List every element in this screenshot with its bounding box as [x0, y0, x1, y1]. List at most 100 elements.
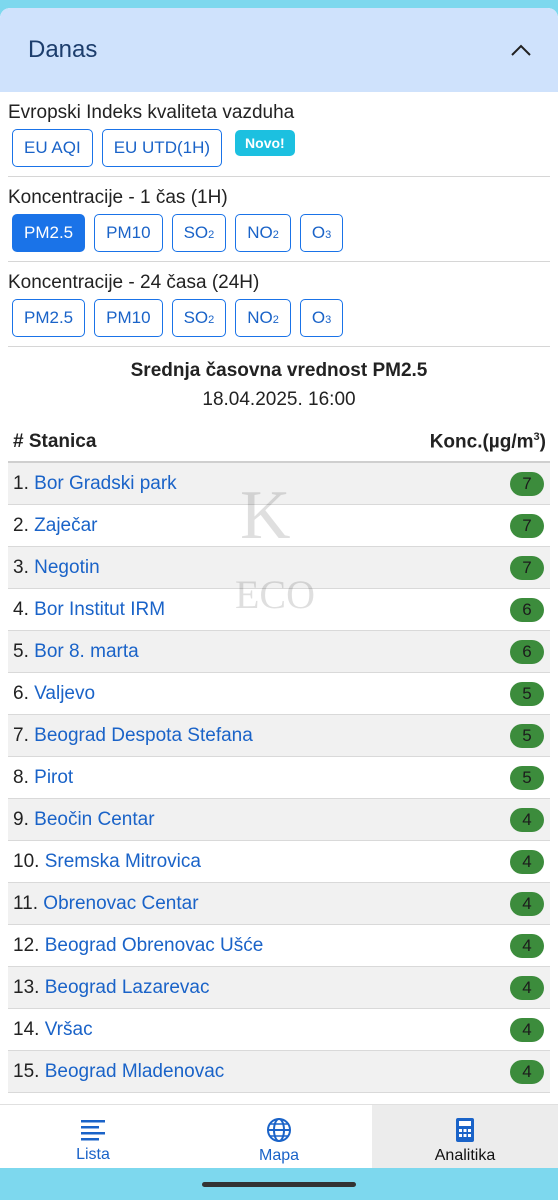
eu-aqi-button[interactable]: EU AQI — [12, 129, 93, 167]
station-link[interactable]: Valjevo — [34, 683, 95, 704]
summary-title: Srednja časovna vrednost PM2.5 — [130, 360, 428, 381]
no2-24h-button[interactable]: NO 2 — [235, 299, 291, 337]
nav-mapa[interactable]: Mapa — [186, 1105, 372, 1168]
nav-lista-label: Lista — [76, 1145, 110, 1163]
nav-lista[interactable]: Lista — [0, 1105, 186, 1168]
concentration-badge: 4 — [510, 1017, 544, 1042]
concentration-badge: 4 — [510, 933, 544, 958]
pm10-24h-button[interactable]: PM10 — [94, 299, 163, 337]
station-entry: 3. Negotin — [13, 557, 100, 579]
so2-24h-button[interactable]: SO 2 — [171, 299, 227, 337]
station-link[interactable]: Beograd Despota Stefana — [34, 725, 253, 746]
row-number: 14. — [13, 1018, 40, 1040]
summary-date: 18.04.2025. 16:00 — [202, 389, 356, 410]
table-row[interactable]: 15. Beograd Mladenovac 4 — [8, 1051, 550, 1093]
table-row[interactable]: 13. Beograd Lazarevac 4 — [8, 967, 550, 1009]
station-entry: 6. Valjevo — [13, 683, 95, 705]
concentration-badge: 4 — [510, 1059, 544, 1084]
calculator-icon — [456, 1117, 474, 1142]
concentration-badge: 4 — [510, 849, 544, 874]
row-number: 9. — [13, 808, 29, 830]
station-entry: 4. Bor Institut IRM — [13, 599, 165, 621]
station-entry: 1. Bor Gradski park — [13, 473, 177, 495]
table-row[interactable]: 11. Obrenovac Centar 4 — [8, 883, 550, 925]
station-link[interactable]: Bor 8. marta — [34, 641, 139, 662]
nav-analitika-label: Analitika — [434, 1146, 496, 1164]
row-number: 15. — [13, 1060, 40, 1082]
conc-1h-button-row: PM2.5 PM10 SO 2 NO 2 O3 — [8, 209, 550, 253]
station-link[interactable]: Beograd Lazarevac — [45, 977, 210, 998]
station-link[interactable]: Bor Gradski park — [34, 473, 177, 494]
conc-24h-label: Koncentracije - 24 časa (24H) — [8, 272, 260, 293]
table-row[interactable]: 14. Vršac 4 — [8, 1009, 550, 1051]
pm25-24h-button[interactable]: PM2.5 — [12, 299, 86, 337]
row-number: 12. — [13, 934, 40, 956]
concentration-badge: 7 — [510, 555, 544, 580]
o3-24h-button[interactable]: O3 — [299, 299, 344, 337]
station-entry: 15. Beograd Mladenovac — [13, 1061, 224, 1083]
list-icon — [81, 1119, 105, 1140]
station-link[interactable]: Vršac — [45, 1019, 93, 1040]
row-number: 6. — [13, 682, 29, 704]
concentration-badge: 4 — [510, 807, 544, 832]
pm10-1h-button[interactable]: PM10 — [94, 214, 163, 252]
table-row[interactable]: 7. Beograd Despota Stefana 5 — [8, 715, 550, 757]
station-link[interactable]: Pirot — [34, 767, 73, 788]
station-entry: 10. Sremska Mitrovica — [13, 851, 201, 873]
concentration-badge: 7 — [510, 513, 544, 538]
no2-1h-button[interactable]: NO 2 — [235, 214, 291, 252]
row-number: 7. — [13, 724, 29, 746]
table-row[interactable]: 8. Pirot 5 — [8, 757, 550, 799]
row-number: 13. — [13, 976, 40, 998]
today-header[interactable]: Danas — [0, 8, 558, 92]
row-number: 5. — [13, 640, 29, 662]
eu-button-row: EU AQI EU UTD(1H) Novo! — [8, 124, 550, 168]
station-entry: 12. Beograd Obrenovac Ušće — [13, 935, 263, 957]
concentration-badge: 6 — [510, 639, 544, 664]
concentration-badge: 4 — [510, 891, 544, 916]
table-row[interactable]: 9. Beočin Centar 4 — [8, 799, 550, 841]
concentration-badge: 7 — [510, 471, 544, 496]
nav-mapa-label: Mapa — [258, 1146, 300, 1164]
station-link[interactable]: Zaječar — [34, 515, 97, 536]
station-entry: 11. Obrenovac Centar — [13, 893, 199, 915]
pm25-1h-button[interactable]: PM2.5 — [12, 214, 86, 252]
table-row[interactable]: 1. Bor Gradski park 7 — [8, 463, 550, 505]
table-row[interactable]: 10. Sremska Mitrovica 4 — [8, 841, 550, 883]
concentration-badge: 5 — [510, 681, 544, 706]
station-link[interactable]: Beograd Mladenovac — [45, 1061, 225, 1082]
row-number: 4. — [13, 598, 29, 620]
row-number: 8. — [13, 766, 29, 788]
eu-utd-button[interactable]: EU UTD(1H) — [101, 129, 223, 167]
nav-analitika[interactable]: Analitika — [372, 1105, 558, 1168]
chevron-up-icon[interactable] — [510, 39, 532, 61]
table-row[interactable]: 12. Beograd Obrenovac Ušće 4 — [8, 925, 550, 967]
station-link[interactable]: Beograd Obrenovac Ušće — [45, 935, 264, 956]
station-entry: 13. Beograd Lazarevac — [13, 977, 209, 999]
row-number: 2. — [13, 514, 29, 536]
summary-block: Srednja časovna vrednost PM2.5 18.04.202… — [8, 347, 550, 415]
globe-icon — [267, 1117, 291, 1142]
station-link[interactable]: Sremska Mitrovica — [45, 851, 201, 872]
station-entry: 5. Bor 8. marta — [13, 641, 139, 663]
table-row[interactable]: 4. Bor Institut IRM 6 — [8, 589, 550, 631]
home-indicator[interactable] — [202, 1182, 356, 1187]
so2-1h-button[interactable]: SO 2 — [171, 214, 227, 252]
conc-1h-label: Koncentracije - 1 čas (1H) — [8, 187, 228, 208]
table-row[interactable]: 6. Valjevo 5 — [8, 673, 550, 715]
station-link[interactable]: Bor Institut IRM — [34, 599, 165, 620]
table-row[interactable]: 2. Zaječar 7 — [8, 505, 550, 547]
station-link[interactable]: Negotin — [34, 557, 100, 578]
row-number: 11. — [13, 892, 39, 914]
station-entry: 2. Zaječar — [13, 515, 98, 537]
station-link[interactable]: Beočin Centar — [34, 809, 154, 830]
table-row[interactable]: 3. Negotin 7 — [8, 547, 550, 589]
station-link[interactable]: Obrenovac Centar — [43, 893, 198, 914]
o3-1h-button[interactable]: O3 — [299, 214, 344, 252]
header-title: Danas — [28, 36, 98, 63]
row-number: 10. — [13, 850, 40, 872]
eu-index-label: Evropski Indeks kvaliteta vazduha — [8, 102, 295, 123]
table-row[interactable]: 5. Bor 8. marta 6 — [8, 631, 550, 673]
new-badge: Novo! — [235, 130, 295, 156]
concentration-badge: 5 — [510, 765, 544, 790]
